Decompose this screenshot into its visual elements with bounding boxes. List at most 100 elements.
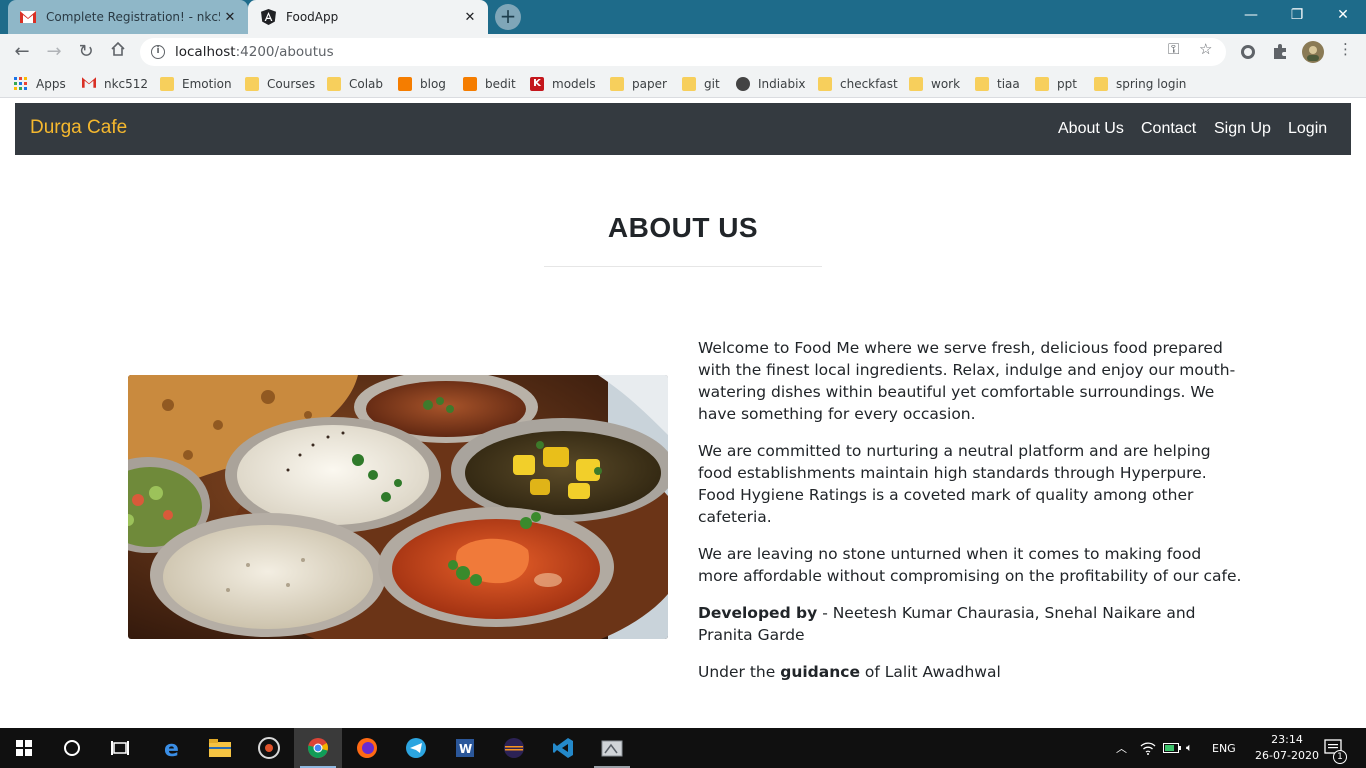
bookmark-work[interactable]: work (909, 76, 960, 92)
volume-icon[interactable]: 🔈︎ (1186, 728, 1193, 768)
key-icon[interactable]: ⚿ (1168, 40, 1179, 58)
globe-icon (736, 77, 750, 91)
site-info-icon[interactable]: i (151, 45, 165, 59)
url-text: localhost:4200/aboutus (175, 44, 334, 60)
bookmark-apps[interactable]: Apps (14, 76, 66, 92)
chrome-taskbar-icon[interactable] (294, 728, 342, 768)
nav-about-us[interactable]: About Us (1058, 120, 1124, 138)
bookmark-ppt[interactable]: ppt (1035, 76, 1077, 92)
folder-icon (909, 77, 923, 91)
about-text: Welcome to Food Me where we serve fresh,… (698, 337, 1243, 698)
food-thali-image (128, 375, 668, 639)
nav-login[interactable]: Login (1288, 120, 1327, 138)
close-tab-icon[interactable]: ✕ (460, 10, 480, 25)
developed-by: Developed by - Neetesh Kumar Chaurasia, … (698, 602, 1243, 646)
nav-sign-up[interactable]: Sign Up (1214, 120, 1271, 138)
angular-icon (260, 9, 276, 25)
close-tab-icon[interactable]: ✕ (220, 10, 240, 25)
about-paragraph-2: We are committed to nurturing a neutral … (698, 442, 1211, 526)
eclipse-icon[interactable] (490, 728, 538, 768)
guidance-bold: guidance (780, 663, 860, 681)
language-indicator[interactable]: ENG (1212, 728, 1236, 768)
minimize-icon[interactable]: — (1228, 0, 1274, 30)
media-player-icon[interactable] (245, 728, 293, 768)
snipping-tool-icon[interactable] (588, 728, 636, 768)
developed-by-label: Developed by (698, 604, 818, 622)
apps-grid-icon (14, 77, 28, 91)
profile-avatar[interactable] (1302, 41, 1324, 63)
taskbar-clock[interactable]: 23:14 26-07-2020 (1255, 732, 1319, 764)
home-icon[interactable] (106, 40, 130, 64)
bookmark-tiaa[interactable]: tiaa (975, 76, 1020, 92)
restore-icon[interactable]: ❐ (1274, 0, 1320, 30)
vscode-icon[interactable] (539, 728, 587, 768)
folder-icon (682, 77, 696, 91)
k-icon: K (530, 77, 544, 91)
new-tab-button[interactable]: + (495, 4, 521, 30)
folder-icon (160, 77, 174, 91)
firefox-icon[interactable] (343, 728, 391, 768)
folder-icon (610, 77, 624, 91)
browser-tab-strip: Complete Registration! - nkc512@ ✕ FoodA… (0, 0, 1366, 34)
bookmark-paper[interactable]: paper (610, 76, 667, 92)
blogger-icon (463, 77, 477, 91)
folder-icon (327, 77, 341, 91)
about-paragraph-1: Welcome to Food Me where we serve fresh,… (698, 339, 1236, 423)
task-view-icon[interactable] (96, 728, 144, 768)
bookmark-blog[interactable]: blog (398, 76, 446, 92)
bookmark-indiabix[interactable]: Indiabix (736, 76, 806, 92)
bookmark-star-icon[interactable]: ☆ (1199, 40, 1212, 58)
address-bar[interactable]: i localhost:4200/aboutus (140, 38, 1226, 66)
brand-logo-text[interactable]: Durga Cafe (30, 117, 127, 139)
bookmark-spring-login[interactable]: spring login (1094, 76, 1186, 92)
back-icon[interactable]: ← (10, 40, 34, 64)
svg-text:W: W (459, 742, 472, 756)
bookmarks-bar: Apps nkc512 Emotion Courses Colab blog b… (0, 70, 1366, 98)
bookmark-bedit[interactable]: bedit (463, 76, 516, 92)
edge-icon[interactable]: e (148, 728, 196, 768)
svg-text:e: e (164, 737, 179, 759)
bookmark-git[interactable]: git (682, 76, 720, 92)
bookmark-colab[interactable]: Colab (327, 76, 383, 92)
page-title: ABOUT US (607, 212, 759, 243)
folder-icon (818, 77, 832, 91)
guidance-line: Under the guidance of Lalit Awadhwal (698, 663, 1001, 681)
tab-title: FoodApp (286, 10, 339, 24)
gmail-icon (20, 9, 36, 25)
bookmark-checkfast[interactable]: checkfast (818, 76, 898, 92)
wifi-icon[interactable] (1140, 728, 1156, 768)
menu-kebab-icon[interactable]: ⋮ (1338, 40, 1353, 58)
cortana-search-icon[interactable] (48, 728, 96, 768)
folder-icon (975, 77, 989, 91)
folder-icon (245, 77, 259, 91)
show-hidden-icons-icon[interactable]: ︿ (1116, 728, 1127, 768)
forward-icon[interactable]: → (42, 40, 66, 64)
telegram-icon[interactable] (392, 728, 440, 768)
notification-count-badge: 1 (1333, 750, 1347, 764)
bookmark-emotion[interactable]: Emotion (160, 76, 232, 92)
windows-taskbar: e W ︿ 🔈︎ ENG 23:14 26-07-2020 1 (0, 728, 1366, 768)
bookmark-nkc512[interactable]: nkc512 (82, 76, 148, 92)
about-paragraph-3: We are leaving no stone unturned when it… (698, 545, 1242, 585)
battery-icon[interactable] (1163, 728, 1181, 768)
extensions-puzzle-icon[interactable] (1271, 43, 1289, 61)
gmail-icon (82, 77, 96, 91)
tab-foodapp[interactable]: FoodApp ✕ (248, 0, 488, 34)
windows-start-icon[interactable] (0, 728, 48, 768)
close-window-icon[interactable]: ✕ (1320, 0, 1366, 30)
folder-icon (1035, 77, 1049, 91)
folder-icon (1094, 77, 1108, 91)
title-divider (544, 266, 822, 267)
site-navbar: Durga Cafe About Us Contact Sign Up Logi… (15, 103, 1351, 155)
tab-title: Complete Registration! - nkc512@ (46, 10, 220, 24)
bookmark-courses[interactable]: Courses (245, 76, 315, 92)
reload-icon[interactable]: ↻ (74, 40, 98, 64)
tab-gmail[interactable]: Complete Registration! - nkc512@ ✕ (8, 0, 248, 34)
bookmark-models[interactable]: Kmodels (530, 76, 596, 92)
extension-circle-icon[interactable] (1239, 43, 1257, 61)
browser-toolbar: ← → ↻ i localhost:4200/aboutus ⚿ ☆ ⋮ (0, 34, 1366, 70)
word-icon[interactable]: W (441, 728, 489, 768)
blogger-icon (398, 77, 412, 91)
file-explorer-icon[interactable] (196, 728, 244, 768)
nav-contact[interactable]: Contact (1141, 120, 1196, 138)
